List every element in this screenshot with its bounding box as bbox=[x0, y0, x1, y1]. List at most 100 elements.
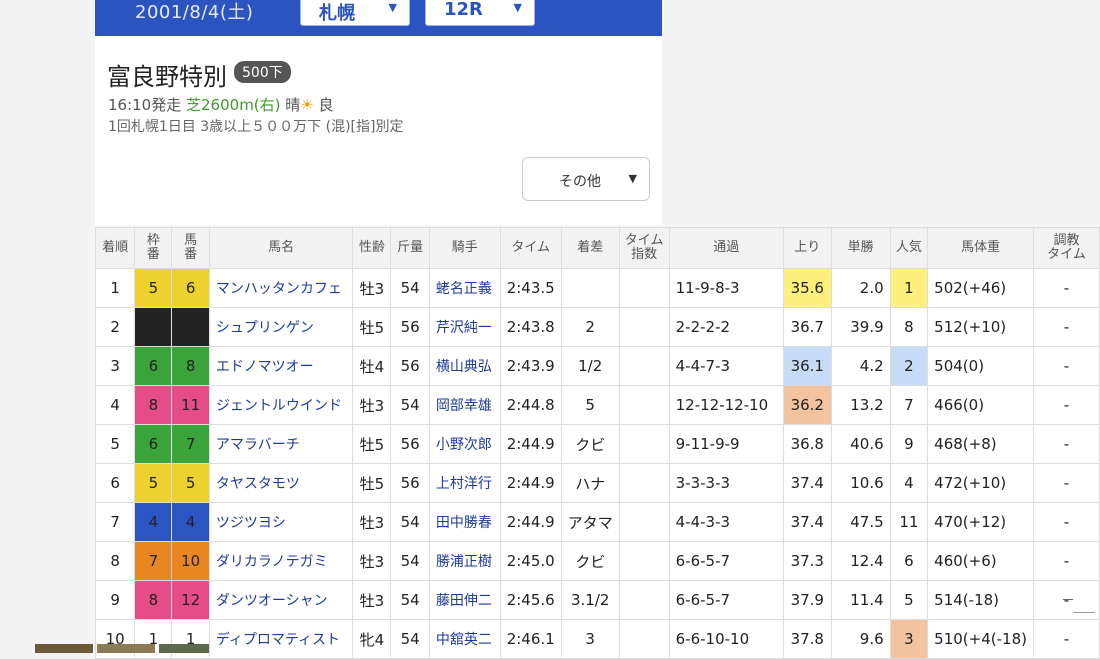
cell-number: 12 bbox=[171, 580, 210, 620]
cell-horse-name[interactable]: ツジツヨシ bbox=[208, 502, 354, 542]
thumbnail-strip bbox=[35, 644, 210, 653]
col-header-frame: 枠 番 bbox=[134, 227, 173, 269]
cell-time-index bbox=[618, 268, 670, 308]
cell-time: 2:44.8 bbox=[499, 385, 562, 425]
cell-popularity: 5 bbox=[889, 580, 929, 620]
cell-margin: 3.1/2 bbox=[560, 580, 620, 620]
cell-horse-name[interactable]: アマラバーチ bbox=[208, 424, 354, 464]
weather: 晴 bbox=[285, 96, 301, 114]
cell-passing: 9-11-9-9 bbox=[668, 424, 784, 464]
cell-time: 2:44.9 bbox=[499, 463, 562, 503]
cell-horse-name[interactable]: エドノマツオー bbox=[208, 346, 354, 386]
cell-last3f: 37.4 bbox=[782, 463, 832, 503]
cell-jockey[interactable]: 芹沢純一 bbox=[428, 307, 501, 347]
cell-jockey[interactable]: 上村洋行 bbox=[428, 463, 501, 503]
cell-time-index bbox=[618, 580, 670, 620]
cell-training-time: - bbox=[1032, 307, 1100, 347]
cell-jockey[interactable]: 小野次郎 bbox=[428, 424, 501, 464]
table-row: 6 5 5 タヤスタモツ 牡5 56 上村洋行 2:44.9 ハナ 3-3-3-3 37.4 10.6… bbox=[94, 463, 1100, 503]
cell-sex-age: 牡5 bbox=[352, 307, 392, 347]
track-condition: 良 bbox=[318, 96, 334, 114]
cell-frame: 5 bbox=[134, 268, 173, 308]
cell-margin: クビ bbox=[560, 541, 620, 581]
cell-time-index bbox=[618, 463, 670, 503]
cell-horse-name[interactable]: マンハッタンカフェ bbox=[208, 268, 354, 308]
cell-margin: 1/2 bbox=[560, 346, 620, 386]
cell-sex-age: 牡3 bbox=[352, 502, 392, 542]
cell-sex-age: 牡3 bbox=[352, 268, 392, 308]
cell-training-time: - bbox=[1032, 268, 1100, 308]
cell-last3f: 35.6 bbox=[782, 268, 832, 308]
cell-odds: 11.4 bbox=[830, 580, 891, 620]
col-header-training-time-text: 調教 タイム bbox=[1047, 233, 1086, 262]
thumbnail-image[interactable] bbox=[159, 644, 209, 653]
col-header-training-time: 調教 タイム bbox=[1032, 227, 1100, 269]
cell-horse-name[interactable]: ダリカラノテガミ bbox=[208, 541, 354, 581]
race-number-select[interactable]: 12R ▼ bbox=[425, 0, 535, 26]
cell-passing: 11-9-8-3 bbox=[668, 268, 784, 308]
cell-jockey[interactable]: 蛯名正義 bbox=[428, 268, 501, 308]
cell-time: 2:43.9 bbox=[499, 346, 562, 386]
cell-jockey[interactable]: 岡部幸雄 bbox=[428, 385, 501, 425]
cell-last3f: 37.9 bbox=[782, 580, 832, 620]
cell-odds: 39.9 bbox=[830, 307, 891, 347]
race-header: 富良野特別 500下 16:10発走 芝2600m(右) 晴☀ 良 1回札幌1日… bbox=[95, 36, 662, 225]
surface-distance: 芝2600m(右) bbox=[186, 96, 281, 114]
cell-jockey[interactable]: 田中勝春 bbox=[428, 502, 501, 542]
cell-margin: アタマ bbox=[560, 502, 620, 542]
cell-jockey[interactable]: 横山典弘 bbox=[428, 346, 501, 386]
cell-body-weight: 472(+10) bbox=[927, 463, 1034, 503]
cell-sex-age: 牡3 bbox=[352, 385, 392, 425]
cell-body-weight: 502(+46) bbox=[927, 268, 1034, 308]
cell-rank: 8 bbox=[94, 541, 136, 581]
cell-training-time: - bbox=[1032, 424, 1100, 464]
cell-horse-name[interactable]: ダンツオーシャン bbox=[208, 580, 354, 620]
cell-time-index bbox=[618, 307, 670, 347]
cell-popularity: 2 bbox=[889, 346, 929, 386]
cell-jockey[interactable]: 勝浦正樹 bbox=[428, 541, 501, 581]
cell-sex-age: 牡3 bbox=[352, 541, 392, 581]
other-menu-button[interactable]: その他 ▼ bbox=[522, 157, 650, 201]
thumbnail-image[interactable] bbox=[97, 644, 155, 653]
thumbnail-image[interactable] bbox=[35, 644, 93, 653]
cell-time-index bbox=[618, 385, 670, 425]
cell-time: 2:43.8 bbox=[499, 307, 562, 347]
cell-number: 5 bbox=[171, 463, 210, 503]
cell-jockey[interactable]: 藤田伸二 bbox=[428, 580, 501, 620]
cell-number: 4 bbox=[171, 502, 210, 542]
table-row: 4 8 11 ジェントルウインド 牡3 54 岡部幸雄 2:44.8 5 12-12-12-10 3… bbox=[94, 385, 1100, 425]
col-header-time: タイム bbox=[499, 227, 562, 269]
col-header-frame-text: 枠 番 bbox=[146, 233, 160, 262]
cell-number: 6 bbox=[171, 268, 210, 308]
cell-weight: 54 bbox=[390, 268, 430, 308]
cell-margin: 2 bbox=[560, 307, 620, 347]
cell-rank: 7 bbox=[94, 502, 136, 542]
col-header-sex-age: 性齢 bbox=[352, 227, 392, 269]
cell-passing: 2-2-2-2 bbox=[668, 307, 784, 347]
table-row: 3 6 8 エドノマツオー 牡4 56 横山典弘 2:43.9 1/2 4-4-7-3 36.1 4.… bbox=[94, 346, 1100, 386]
cell-time: 2:43.5 bbox=[499, 268, 562, 308]
race-class-badge: 500下 bbox=[234, 61, 291, 83]
col-header-body-weight: 馬体重 bbox=[927, 227, 1034, 269]
cell-passing: 4-4-7-3 bbox=[668, 346, 784, 386]
cell-frame: 8 bbox=[134, 580, 173, 620]
cell-weight: 54 bbox=[390, 385, 430, 425]
cell-time-index bbox=[618, 346, 670, 386]
cell-passing: 4-4-3-3 bbox=[668, 502, 784, 542]
col-header-jockey: 騎手 bbox=[428, 227, 501, 269]
cell-horse-name[interactable]: シュプリンゲン bbox=[208, 307, 354, 347]
cell-horse-name[interactable]: タヤスタモツ bbox=[208, 463, 354, 503]
cell-body-weight: 514(-18) bbox=[927, 580, 1034, 620]
cell-popularity: 8 bbox=[889, 307, 929, 347]
other-menu-label: その他 bbox=[559, 174, 601, 190]
venue-select[interactable]: 札幌 ▼ bbox=[300, 0, 410, 26]
cell-frame: 4 bbox=[134, 502, 173, 542]
table-row: 8 7 10 ダリカラノテガミ 牡3 54 勝浦正樹 2:45.0 クビ 6-6-5-7 37.3 1… bbox=[94, 541, 1100, 581]
cell-horse-name[interactable]: ジェントルウインド bbox=[208, 385, 354, 425]
cell-last3f: 36.7 bbox=[782, 307, 832, 347]
cell-frame: 5 bbox=[134, 463, 173, 503]
top-navigation-bar: 2001/8/4(土) 札幌 ▼ 12R ▼ bbox=[95, 0, 662, 36]
cell-body-weight: 512(+10) bbox=[927, 307, 1034, 347]
cell-body-weight: 460(+6) bbox=[927, 541, 1034, 581]
table-row: 7 4 4 ツジツヨシ 牡3 54 田中勝春 2:44.9 アタマ 4-4-3-3 37.4 47.5… bbox=[94, 502, 1100, 542]
